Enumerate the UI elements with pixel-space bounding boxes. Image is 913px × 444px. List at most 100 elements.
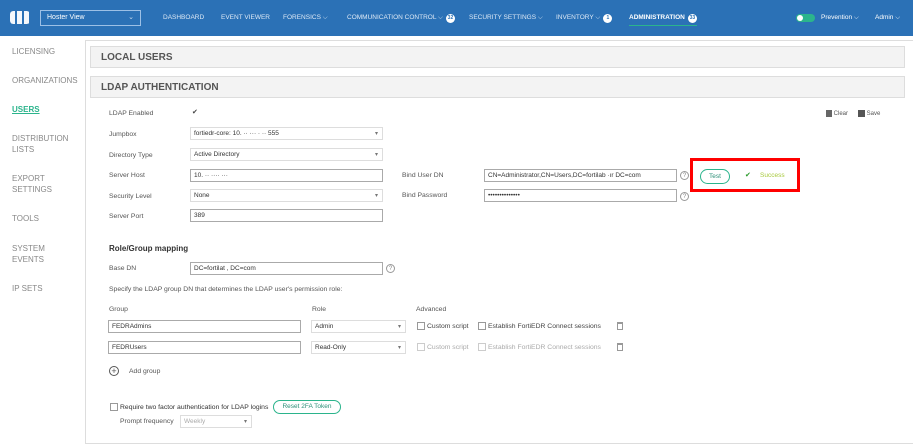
connect-sessions-label: Establish FortiEDR Connect sessions xyxy=(488,344,601,351)
server-host-input[interactable]: 10. ·· ···· ··· xyxy=(190,169,383,182)
custom-script-checkbox[interactable] xyxy=(417,322,425,330)
chevron-down-icon: ⌵ xyxy=(595,14,601,21)
trash-icon[interactable] xyxy=(617,343,623,351)
save-button[interactable]: Save xyxy=(858,110,880,117)
nav-label: ADMINISTRATION xyxy=(629,14,685,21)
nav-inventory[interactable]: INVENTORY ⌵ 1 xyxy=(556,14,613,23)
directory-type-label: Directory Type xyxy=(109,152,153,159)
add-group-button[interactable]: Add group xyxy=(129,368,160,375)
save-label: Save xyxy=(866,111,881,118)
server-port-input[interactable]: 389 xyxy=(190,209,383,222)
require-2fa-label: Require two factor authentication for LD… xyxy=(120,404,269,411)
security-level-label: Security Level xyxy=(109,193,152,200)
custom-script-label: Custom script xyxy=(427,323,469,330)
connect-sessions-checkbox[interactable] xyxy=(478,322,486,330)
sidebar-item-export-settings[interactable]: EXPORT SETTINGS xyxy=(12,173,62,195)
sidebar-item-tools[interactable]: TOOLS xyxy=(12,213,39,224)
role-select[interactable]: Admin xyxy=(311,320,406,333)
nav-dashboard[interactable]: DASHBOARD xyxy=(163,14,204,21)
sidebar-item-system-events[interactable]: SYSTEM EVENTS xyxy=(12,243,62,265)
group-input[interactable]: FEDRAdmins xyxy=(108,320,301,333)
user-menu[interactable]: Admin ⌵ xyxy=(875,14,900,22)
bind-password-input[interactable]: •••••••••••••• xyxy=(484,189,677,202)
chevron-down-icon: ⌄ xyxy=(128,14,134,21)
clear-button[interactable]: Clear xyxy=(826,110,848,117)
prompt-frequency-label: Prompt frequency xyxy=(120,418,174,425)
prompt-frequency-value: Weekly xyxy=(184,418,206,425)
base-dn-input[interactable]: DC=fortilat , DC=com xyxy=(190,262,383,275)
save-icon xyxy=(858,110,865,117)
server-host-label: Server Host xyxy=(109,172,145,179)
chevron-down-icon: ⌵ xyxy=(537,14,543,21)
view-select-value: Hoster View xyxy=(47,14,85,21)
plus-circle-icon[interactable]: + xyxy=(109,366,119,376)
custom-script-checkbox[interactable] xyxy=(417,343,425,351)
group-input[interactable]: FEDRUsers xyxy=(108,341,301,354)
help-icon[interactable]: ? xyxy=(680,171,689,180)
mode-menu[interactable]: Prevention ⌵ xyxy=(821,14,859,22)
jumpbox-label: Jumpbox xyxy=(109,131,137,138)
sidebar-item-ip-sets[interactable]: IP SETS xyxy=(12,283,43,294)
nav-badge: 1 xyxy=(603,14,613,23)
base-dn-label: Base DN xyxy=(109,265,137,272)
sidebar-item-organizations[interactable]: ORGANIZATIONS xyxy=(12,75,78,86)
directory-type-select[interactable]: Active Directory xyxy=(190,148,383,161)
ldap-panel-header[interactable]: LDAP AUTHENTICATION xyxy=(90,76,905,98)
require-2fa-checkbox[interactable] xyxy=(110,403,118,411)
help-icon[interactable]: ? xyxy=(680,192,689,201)
clear-label: Clear xyxy=(833,111,849,118)
help-icon[interactable]: ? xyxy=(386,264,395,273)
jumpbox-value: fortiedr-core: 10. ·· ··· · ·· 555 xyxy=(194,130,279,137)
security-level-select[interactable]: None xyxy=(190,189,383,202)
nav-security-settings[interactable]: SECURITY SETTINGS ⌵ xyxy=(469,14,543,22)
directory-type-value: Active Directory xyxy=(194,151,240,158)
chevron-down-icon: ⌵ xyxy=(895,14,901,21)
nav-event-viewer[interactable]: EVENT VIEWER xyxy=(221,14,270,21)
nav-administration[interactable]: ADMINISTRATION 33 xyxy=(629,14,697,26)
group-column-header: Group xyxy=(109,306,128,313)
role-value: Admin xyxy=(315,323,334,330)
chevron-down-icon: ⌵ xyxy=(853,14,859,21)
nav-forensics[interactable]: FORENSICS ⌵ xyxy=(283,14,328,22)
jumpbox-select[interactable]: fortiedr-core: 10. ·· ··· · ·· 555 xyxy=(190,127,383,140)
chevron-down-icon: ⌵ xyxy=(322,14,328,21)
content-area xyxy=(85,40,913,444)
test-button[interactable]: Test xyxy=(700,169,730,184)
sidebar-item-users[interactable]: USERS xyxy=(12,104,40,115)
prevention-toggle[interactable] xyxy=(796,14,815,22)
sidebar-item-licensing[interactable]: LICENSING xyxy=(12,46,55,57)
clear-icon xyxy=(826,110,832,117)
nav-label: SECURITY SETTINGS xyxy=(469,14,537,21)
reset-2fa-button[interactable]: Reset 2FA Token xyxy=(273,400,341,414)
custom-script-label: Custom script xyxy=(427,344,469,351)
nav-label: INVENTORY xyxy=(556,14,594,21)
connect-sessions-checkbox[interactable] xyxy=(478,343,486,351)
ldap-enabled-checkbox[interactable]: ✔ xyxy=(192,108,198,116)
bind-password-label: Bind Password xyxy=(402,192,448,199)
prompt-frequency-select[interactable]: Weekly xyxy=(180,415,252,428)
bind-user-dn-input[interactable]: CN=Administrator,CN=Users,DC=fortilab ·ı… xyxy=(484,169,677,182)
trash-icon[interactable] xyxy=(617,322,623,330)
view-select[interactable]: Hoster View ⌄ xyxy=(40,10,141,26)
ldap-enabled-label: LDAP Enabled xyxy=(109,110,154,117)
fortinet-logo[interactable] xyxy=(10,11,30,24)
top-bar: Hoster View ⌄ DASHBOARD EVENT VIEWER FORE… xyxy=(0,0,913,36)
security-level-value: None xyxy=(194,192,210,199)
server-port-label: Server Port xyxy=(109,213,144,220)
mode-label: Prevention xyxy=(821,14,853,21)
check-icon: ✔ xyxy=(745,172,751,179)
nav-badge: 33 xyxy=(687,14,697,23)
bind-user-dn-label: Bind User DN xyxy=(402,172,444,179)
advanced-column-header: Advanced xyxy=(416,306,447,313)
role-select[interactable]: Read-Only xyxy=(311,341,406,354)
nav-label: COMMUNICATION CONTROL xyxy=(347,14,437,21)
nav-communication-control[interactable]: COMMUNICATION CONTROL ⌵ 32 xyxy=(347,14,455,23)
mapping-title: Role/Group mapping xyxy=(109,244,189,253)
chevron-down-icon: ⌵ xyxy=(438,14,443,21)
role-value: Read-Only xyxy=(315,344,347,351)
user-label: Admin xyxy=(875,14,894,21)
role-column-header: Role xyxy=(312,306,326,313)
sidebar-item-distribution-lists[interactable]: DISTRIBUTION LISTS xyxy=(12,133,72,155)
test-result: Success xyxy=(760,172,785,179)
local-users-panel-header[interactable]: LOCAL USERS xyxy=(90,46,905,68)
